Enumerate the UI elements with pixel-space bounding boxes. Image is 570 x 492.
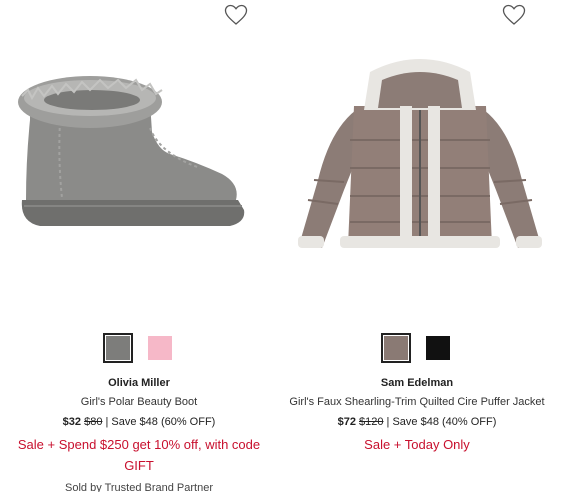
product-name[interactable]: Girl's Faux Shearling-Trim Quilted Cire … (278, 393, 556, 411)
product-name[interactable]: Girl's Polar Beauty Boot (0, 393, 278, 411)
sale-price: $72 (337, 416, 356, 428)
color-swatches (278, 333, 556, 363)
swatch-taupe[interactable] (381, 333, 411, 363)
product-price: $32 $80 | Save $48 (60% OFF) (0, 413, 278, 431)
product-brand[interactable]: Sam Edelman (278, 375, 556, 391)
product-price: $72 $120 | Save $48 (40% OFF) (278, 413, 556, 431)
product-card-boot[interactable]: Olivia Miller Girl's Polar Beauty Boot $… (0, 0, 278, 492)
product-card-jacket[interactable]: Sam Edelman Girl's Faux Shearling-Trim Q… (278, 0, 556, 492)
product-info: Olivia Miller Girl's Polar Beauty Boot $… (0, 375, 278, 492)
swatch-grey[interactable] (103, 333, 133, 363)
original-price: $80 (84, 416, 103, 428)
product-image-jacket[interactable] (278, 50, 556, 270)
promo-text: Sale + Spend $250 get 10% off, with code… (17, 437, 261, 473)
wishlist-heart-icon[interactable] (502, 4, 526, 26)
product-image-boot[interactable] (0, 50, 278, 270)
sale-price: $32 (62, 416, 82, 428)
swatch-pink[interactable] (145, 333, 175, 363)
savings-text: | Save $48 (40% OFF) (383, 416, 497, 428)
product-info: Sam Edelman Girl's Faux Shearling-Trim Q… (278, 375, 556, 455)
wishlist-heart-icon[interactable] (224, 4, 248, 26)
savings-text: | Save $48 (60% OFF) (102, 416, 216, 428)
original-price: $120 (359, 416, 384, 428)
seller-text: Sold by Trusted Brand Partner (65, 482, 213, 492)
product-brand[interactable]: Olivia Miller (0, 375, 278, 391)
swatch-black[interactable] (423, 333, 453, 363)
promo-text: Sale + Today Only (364, 437, 470, 452)
color-swatches (0, 333, 278, 363)
